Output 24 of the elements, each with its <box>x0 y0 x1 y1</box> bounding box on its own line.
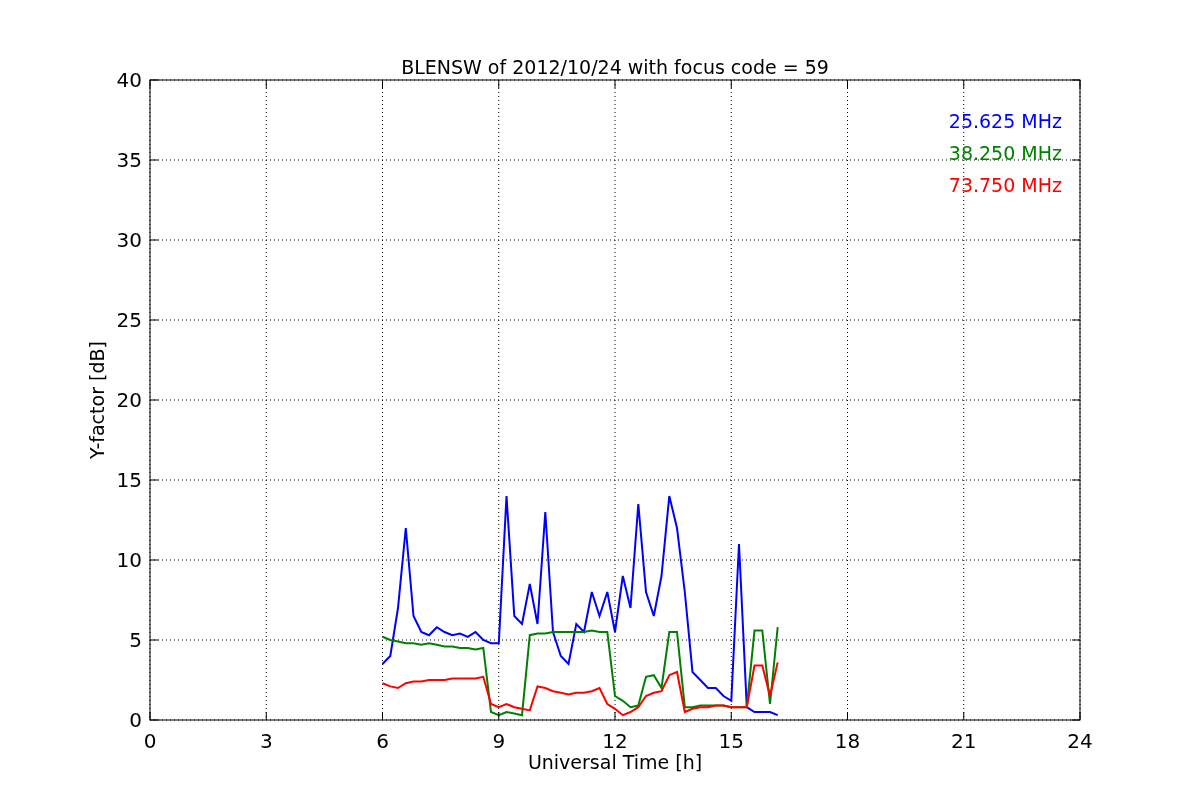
x-tick-label: 18 <box>834 729 861 753</box>
x-tick-label: 0 <box>143 729 157 753</box>
y-tick-label: 25 <box>116 308 142 332</box>
legend-label: 25.625 MHz <box>948 110 1062 132</box>
y-tick-label: 20 <box>116 388 142 412</box>
y-tick-label: 5 <box>129 628 142 652</box>
y-tick-label: 30 <box>116 228 142 252</box>
legend-label: 73.750 MHz <box>948 174 1062 196</box>
x-axis-label: Universal Time [h] <box>527 751 703 773</box>
x-tick-label: 3 <box>259 729 273 753</box>
y-tick-label: 15 <box>116 468 142 492</box>
x-tick-label: 9 <box>492 729 506 753</box>
y-tick-label: 35 <box>116 148 142 172</box>
legend-label: 38.250 MHz <box>948 142 1062 164</box>
x-tick-label: 21 <box>951 729 977 753</box>
y-tick-label: 10 <box>116 548 142 572</box>
x-tick-label: 15 <box>718 729 744 753</box>
x-tick-label: 24 <box>1067 729 1093 753</box>
chart-title: BLENSW of 2012/10/24 with focus code = 59 <box>401 56 829 78</box>
x-tick-label: 12 <box>602 729 628 753</box>
y-tick-label: 40 <box>116 68 142 92</box>
y-axis-label: Y-factor [dB] <box>86 341 108 459</box>
y-tick-label: 0 <box>129 708 142 732</box>
x-tick-label: 6 <box>376 729 389 753</box>
